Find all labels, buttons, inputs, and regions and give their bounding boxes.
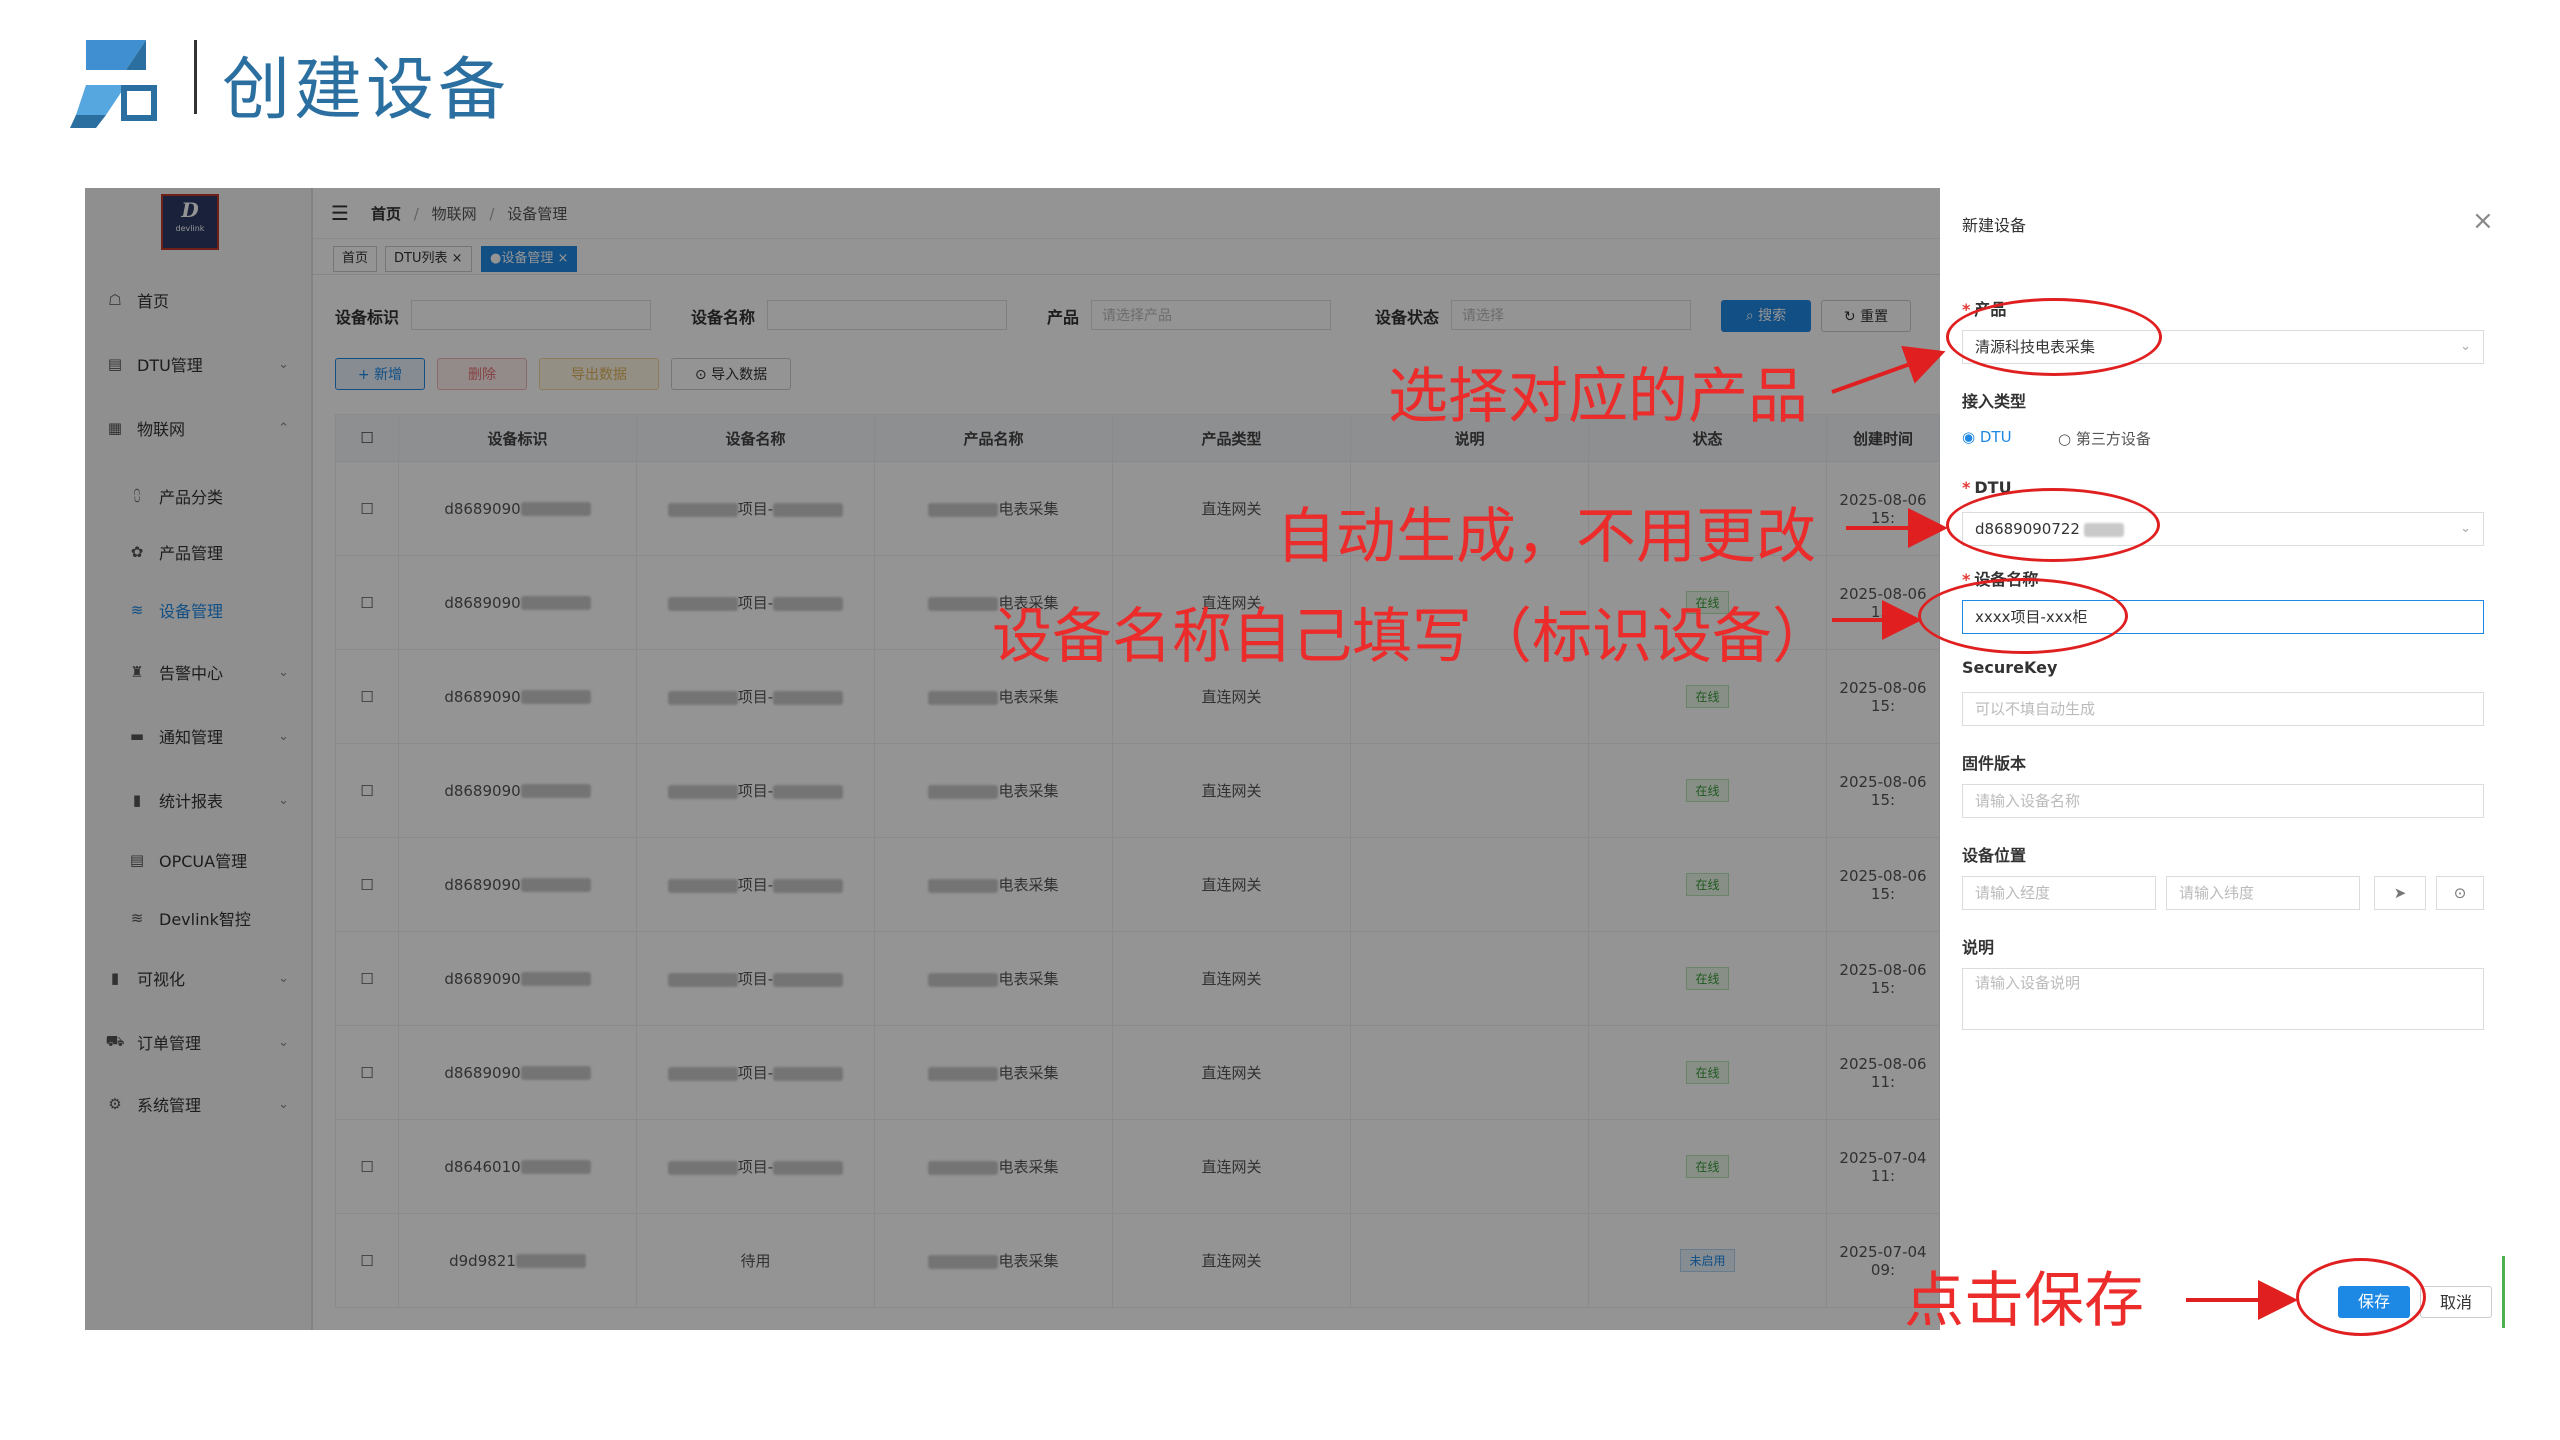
annotation-arrows <box>1831 345 2298 1320</box>
